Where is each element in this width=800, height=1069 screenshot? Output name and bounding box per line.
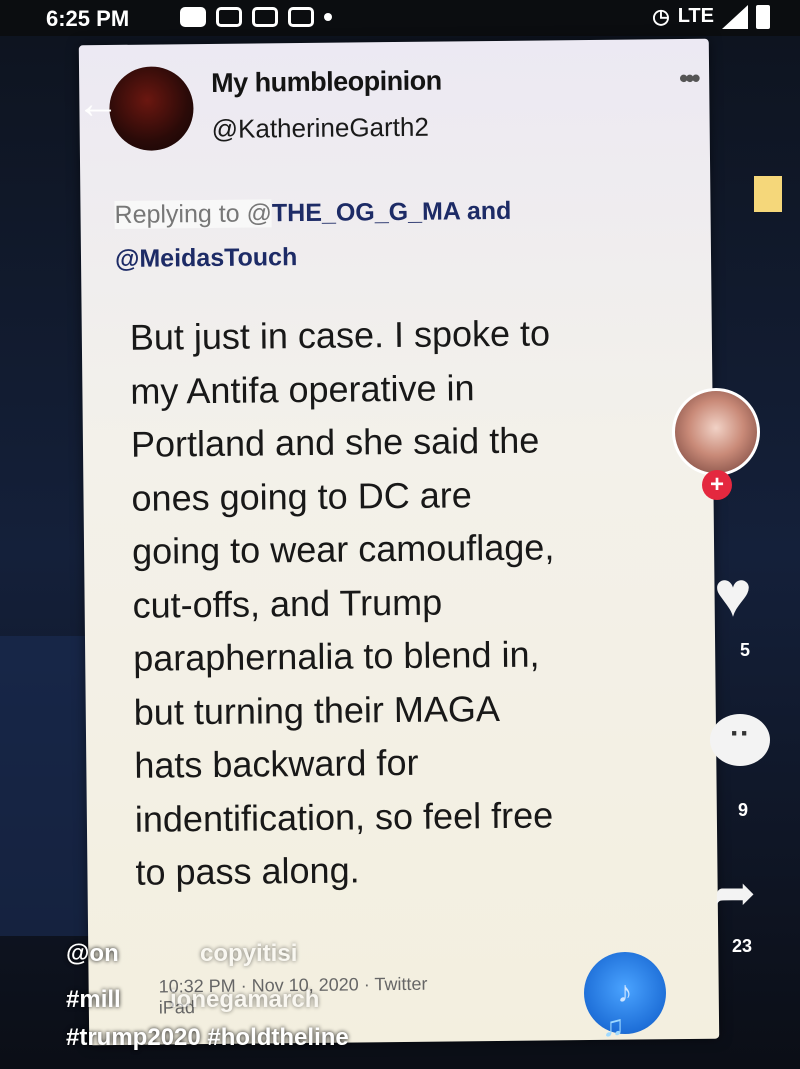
- tweet-line: ones going to DC are: [131, 473, 472, 519]
- reply-target-1: THE_OG_G_MA and: [271, 196, 512, 228]
- notification-icons: [180, 7, 332, 27]
- caption-faded-text: copyitisi: [200, 940, 298, 967]
- reply-prefix: Replying to @: [114, 199, 273, 229]
- video-edge-highlight: [754, 176, 782, 212]
- share-arrow-icon[interactable]: ➦: [714, 868, 756, 918]
- tweet-card: My humbleopinion @KatherineGarth2 ••• Re…: [78, 38, 720, 1046]
- tweet-line: indentification, so feel free: [134, 793, 554, 840]
- caption-username[interactable]: @on: [66, 940, 119, 968]
- tweet-line: Portland and she said the: [130, 419, 540, 465]
- share-count: 23: [732, 936, 753, 956]
- tweet-line: cut-offs, and Trump: [132, 581, 443, 626]
- tweet-line: to pass along.: [135, 849, 360, 893]
- like-heart-icon[interactable]: ♥: [714, 562, 752, 626]
- music-disc-icon[interactable]: ♪: [584, 952, 666, 1034]
- battery-icon: [756, 4, 770, 29]
- comment-count: 9: [738, 800, 749, 820]
- tweet-line: going to wear camouflage,: [131, 526, 555, 572]
- network-type: LTE: [677, 5, 714, 27]
- status-time: 6:25 PM: [46, 6, 130, 31]
- message-icon: [180, 7, 206, 27]
- tweet-line: paraphernalia to blend in,: [132, 633, 540, 679]
- caption-faded-hashtag: ionegamarch: [170, 986, 320, 1013]
- comment-icon[interactable]: ··: [710, 714, 770, 766]
- creator-avatar[interactable]: [672, 388, 760, 476]
- tweet-line: But just in case. I spoke to: [129, 312, 551, 358]
- like-count: 5: [740, 640, 751, 660]
- signal-icon: [722, 4, 748, 29]
- follow-plus-icon[interactable]: +: [702, 470, 732, 500]
- tweet-avatar: [109, 66, 194, 152]
- tweet-line: my Antifa operative in: [130, 366, 475, 412]
- music-note-icon: ♫: [602, 1010, 625, 1043]
- more-notifications-icon: [324, 13, 332, 21]
- back-arrow-icon[interactable]: ←: [76, 82, 120, 126]
- tweet-handle: @KatherineGarth2: [211, 111, 429, 144]
- reply-context: Replying to @THE_OG_G_MA and @MeidasTouc…: [114, 189, 512, 281]
- tweet-line: but turning their MAGA: [133, 687, 501, 733]
- caption-hashtags[interactable]: #trump2020 #holdtheline: [66, 1024, 349, 1052]
- caption-hashtag[interactable]: #mill: [66, 986, 121, 1014]
- payment-icon: [288, 7, 314, 27]
- app-icon: [252, 7, 278, 27]
- status-right: ◷ LTE: [652, 4, 770, 29]
- alarm-icon: ◷: [652, 6, 670, 28]
- tweet-line: hats backward for: [134, 741, 419, 786]
- tweet-body: But just in case. I spoke to my Antifa o…: [130, 305, 696, 899]
- status-bar: 6:25 PM ◷ LTE: [0, 0, 800, 36]
- reply-target-2: @MeidasTouch: [114, 243, 298, 273]
- notification-icon: [216, 7, 242, 27]
- more-options-icon: •••: [678, 62, 698, 94]
- tweet-display-name: My humbleopinion: [211, 65, 442, 98]
